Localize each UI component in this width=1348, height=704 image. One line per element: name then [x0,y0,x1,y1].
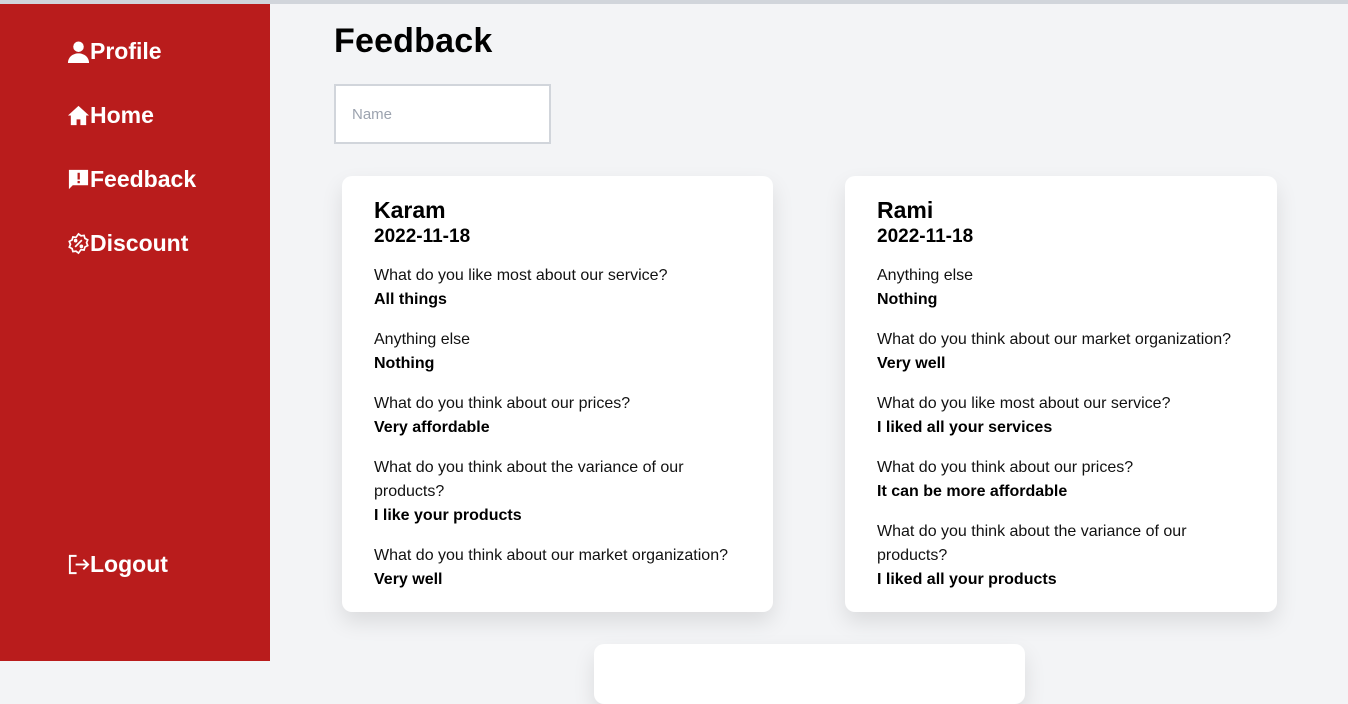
sidebar-item-home[interactable]: Home [66,102,154,129]
feedback-date: 2022-11-18 [877,226,974,247]
question: What do you think about our market organ… [877,331,1231,348]
answer: It can be more affordable [877,483,1068,500]
discount-icon [66,232,90,256]
sidebar-item-label: Feedback [90,166,197,192]
qa-item: What do you think about our prices? Very… [374,392,741,440]
feedback-card: Karam 2022-11-18 What do you like most a… [342,176,773,612]
answer: All things [374,291,447,308]
sidebar: Profile Home Feedback Discount Logout [0,4,270,661]
answer: I like your products [374,507,522,524]
answer: I liked all your products [877,571,1057,588]
answer: Very affordable [374,419,490,436]
main-content: Feedback Karam 2022-11-18 What do you li… [270,4,1348,704]
name-search-input[interactable] [334,84,551,144]
qa-item: What do you think about our prices? It c… [877,456,1245,504]
answer: Nothing [374,355,435,372]
feedback-card: Rami 2022-11-18 Anything else Nothing Wh… [845,176,1277,612]
question: What do you like most about our service? [374,267,668,284]
sidebar-item-label: Profile [90,38,162,64]
qa-item: What do you like most about our service?… [877,392,1245,440]
logout-icon [66,553,90,577]
sidebar-item-profile[interactable]: Profile [66,38,162,65]
sidebar-item-discount[interactable]: Discount [66,230,188,257]
feedback-date: 2022-11-18 [374,226,471,247]
question: What do you like most about our service? [877,395,1171,412]
sidebar-item-label: Home [90,102,154,128]
qa-item: Anything else Nothing [877,264,1245,312]
home-icon [66,104,90,128]
qa-item: What do you think about our market organ… [374,544,741,592]
answer: Very well [374,571,443,588]
qa-item: What do you like most about our service?… [374,264,741,312]
sidebar-item-feedback[interactable]: Feedback [66,166,196,193]
sidebar-item-label: Discount [90,230,189,256]
answer: I liked all your services [877,419,1053,436]
question: What do you think about the variance of … [877,523,1187,564]
qa-item: Anything else Nothing [374,328,741,376]
customer-name: Rami [877,197,934,223]
question: What do you think about the variance of … [374,459,684,500]
answer: Nothing [877,291,938,308]
qa-item: What do you think about the variance of … [374,456,741,528]
logout-label: Logout [90,551,168,577]
feedback-card-partial [594,644,1025,704]
question: Anything else [877,267,974,284]
question: Anything else [374,331,471,348]
question: What do you think about our market organ… [374,547,728,564]
question: What do you think about our prices? [374,395,631,412]
qa-item: What do you think about the variance of … [877,520,1245,592]
user-icon [66,40,90,64]
answer: Very well [877,355,946,372]
feedback-icon [66,168,90,192]
logout-button[interactable]: Logout [66,551,168,578]
customer-name: Karam [374,197,446,223]
page-title: Feedback [334,22,493,60]
qa-item: What do you think about our market organ… [877,328,1245,376]
question: What do you think about our prices? [877,459,1134,476]
